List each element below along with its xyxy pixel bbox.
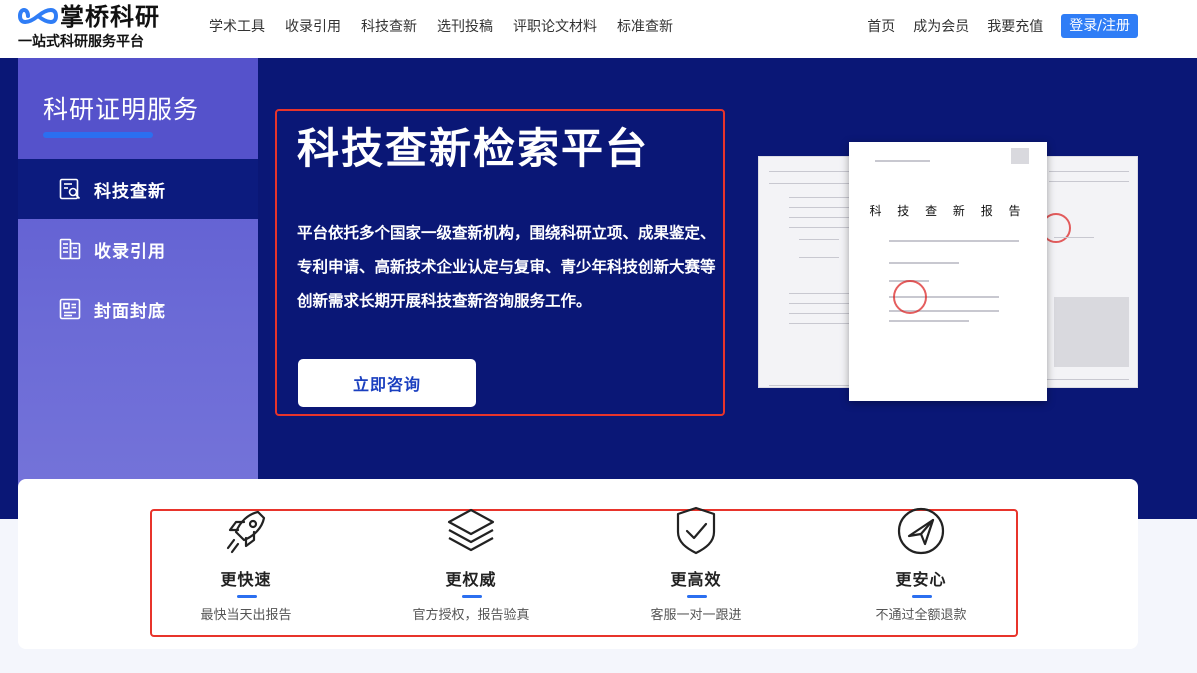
nav-home[interactable]: 首页 bbox=[867, 16, 895, 36]
sidebar-item-label: 封面封底 bbox=[94, 301, 166, 322]
main-nav: 学术工具 收录引用 科技查新 选刊投稿 评职论文材料 标准查新 bbox=[209, 0, 693, 52]
sidebar-item-citation[interactable]: 收录引用 bbox=[18, 219, 258, 279]
feature-title: 更安心 bbox=[895, 570, 947, 589]
official-seal bbox=[893, 280, 927, 314]
report-title: 科 技 查 新 报 告 bbox=[869, 204, 1027, 218]
shield-check-icon bbox=[676, 506, 716, 555]
nav-membership[interactable]: 成为会员 bbox=[913, 16, 969, 36]
feature-title: 更快速 bbox=[220, 570, 272, 589]
logo-name: 掌桥科研 bbox=[60, 3, 160, 31]
sidebar-item-novelty-search[interactable]: 科技查新 bbox=[18, 159, 258, 219]
feature-underline bbox=[237, 595, 257, 598]
feature-subtitle: 不通过全额退款 bbox=[875, 608, 967, 623]
sidebar-title: 科研证明服务 bbox=[43, 95, 200, 124]
nav-journal-submission[interactable]: 选刊投稿 bbox=[437, 16, 493, 36]
site-logo[interactable]: 掌桥科研 一站式科研服务平台 bbox=[18, 2, 178, 54]
logo-infinity-icon bbox=[18, 8, 58, 24]
hero-description: 平台依托多个国家一级查新机构，围绕科研立项、成果鉴定、专利申请、高新技术企业认定… bbox=[297, 224, 716, 310]
send-icon bbox=[897, 507, 945, 555]
nav-title-evaluation[interactable]: 评职论文材料 bbox=[513, 16, 597, 36]
user-nav: 首页 成为会员 我要充值 登录/注册 bbox=[867, 0, 1138, 52]
sidebar-title-underline bbox=[43, 132, 153, 138]
report-illustration: 科 技 查 新 报 告 bbox=[758, 142, 1138, 402]
nav-standard-search[interactable]: 标准查新 bbox=[617, 16, 673, 36]
feature-underline bbox=[462, 595, 482, 598]
sidebar-item-label: 收录引用 bbox=[94, 241, 166, 262]
logo-slogan: 一站式科研服务平台 bbox=[18, 34, 144, 50]
login-register-button[interactable]: 登录/注册 bbox=[1061, 14, 1138, 38]
feature-efficient: 更高效 客服一对一跟进 bbox=[596, 506, 796, 626]
search-document-icon bbox=[59, 178, 81, 200]
rocket-icon bbox=[226, 510, 266, 554]
nav-academic-tools[interactable]: 学术工具 bbox=[209, 16, 265, 36]
sidebar: 科研证明服务 科技查新 收录引用 封面封底 bbox=[18, 58, 258, 488]
feature-underline bbox=[687, 595, 707, 598]
feature-title: 更权威 bbox=[445, 570, 497, 589]
nav-recharge[interactable]: 我要充值 bbox=[987, 16, 1043, 36]
feature-authoritative: 更权威 官方授权，报告验真 bbox=[371, 506, 571, 626]
sidebar-item-label: 科技查新 bbox=[94, 181, 166, 202]
sidebar-item-cover[interactable]: 封面封底 bbox=[18, 279, 258, 339]
feature-subtitle: 客服一对一跟进 bbox=[650, 608, 742, 623]
nav-novelty-search[interactable]: 科技查新 bbox=[361, 16, 417, 36]
hero-banner: 科研证明服务 科技查新 收录引用 封面封底 科技查新检索平台 平台依托多个国家一… bbox=[0, 58, 1197, 519]
top-header: 掌桥科研 一站式科研服务平台 学术工具 收录引用 科技查新 选刊投稿 评职论文材… bbox=[0, 0, 1197, 58]
citation-document-icon bbox=[59, 238, 81, 260]
feature-reassuring: 更安心 不通过全额退款 bbox=[821, 506, 1021, 626]
feature-subtitle: 最快当天出报告 bbox=[200, 608, 292, 623]
feature-fast: 更快速 最快当天出报告 bbox=[146, 506, 346, 626]
feature-underline bbox=[912, 595, 932, 598]
layers-icon bbox=[447, 508, 495, 552]
feature-subtitle: 官方授权，报告验真 bbox=[412, 608, 530, 623]
nav-citation[interactable]: 收录引用 bbox=[285, 16, 341, 36]
hero-title: 科技查新检索平台 bbox=[297, 124, 650, 173]
feature-title: 更高效 bbox=[670, 570, 722, 589]
consult-now-button[interactable]: 立即咨询 bbox=[298, 359, 476, 407]
cover-icon bbox=[59, 298, 81, 320]
sidebar-header: 科研证明服务 bbox=[18, 58, 258, 159]
report-page-main: 科 技 查 新 报 告 bbox=[849, 142, 1047, 401]
